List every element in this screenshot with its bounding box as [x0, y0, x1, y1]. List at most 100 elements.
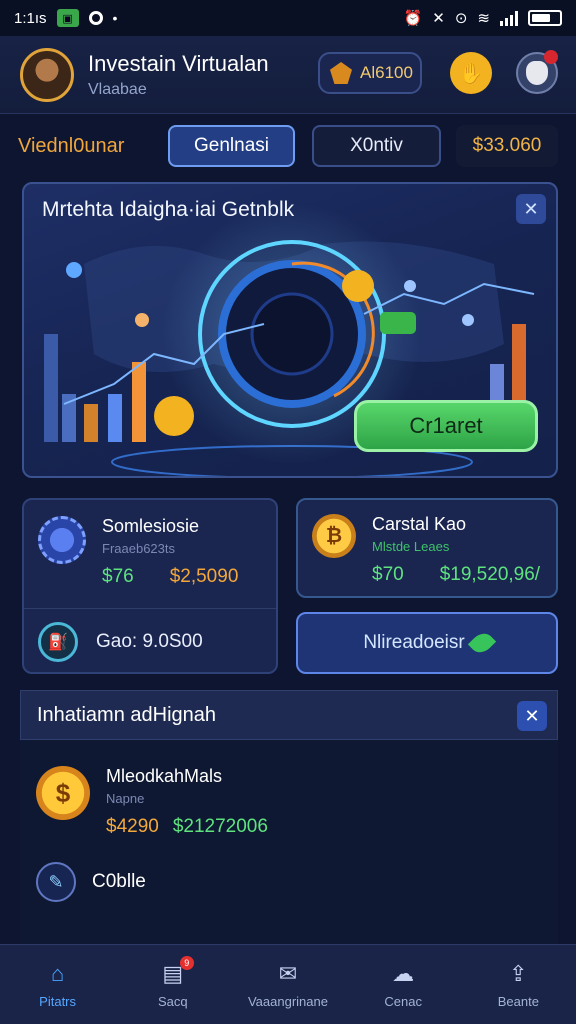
share-icon: ⇪ — [509, 961, 528, 986]
action-button[interactable]: Nlireadoeisr — [296, 612, 558, 674]
tab-primary[interactable]: Genlnasi — [168, 125, 295, 167]
avatar[interactable] — [20, 47, 74, 102]
map-pin-2 — [135, 313, 149, 327]
app-notification-icon: ▣ — [56, 9, 79, 27]
battery-level — [532, 14, 551, 22]
envelope-icon: ✉ — [278, 961, 298, 986]
profile-button[interactable] — [516, 50, 558, 94]
list-item-text: MleodkahMals Napne $4290 $21272006 — [106, 766, 268, 838]
stats-card-subtitle: Fraaeb623ts — [102, 541, 175, 556]
stats-value-green: $76 — [102, 566, 134, 587]
stats-card-b-values: $70 $19,520,96/ — [372, 564, 540, 586]
gear-icon — [38, 516, 86, 564]
card-divider — [24, 608, 276, 609]
app-subtitle: Vlaabae — [88, 80, 147, 98]
wifi-icon: ≋ — [477, 10, 490, 27]
bar-4 — [108, 394, 122, 442]
hero-title: Mrtehta Idaigha·iai Getnblk — [42, 198, 295, 221]
nav-badge: 9 — [179, 956, 194, 970]
tab-secondary[interactable]: X0ntiv — [312, 125, 441, 167]
stats-card-b-subtitle: Mlstde Leaes — [372, 539, 450, 554]
vibrate-icon: ⊙ — [454, 10, 468, 27]
bottom-navigation: ⌂ Pitatrs ▤ 9 Sacq ✉ Vaaangrinane ☁ Cena… — [0, 944, 576, 1024]
map-pin-3 — [404, 280, 416, 292]
status-time: 1:1ıs — [14, 9, 47, 27]
list-item-values: $4290 $21272006 — [106, 816, 268, 838]
nav-item-cloud[interactable]: ☁ Cenac — [348, 960, 458, 1009]
hero-card: Mrtehta Idaigha·iai Getnblk ✕ Cr1aret — [22, 182, 558, 478]
panel-title: Inhatiamn adHignah — [37, 703, 217, 726]
mask-icon — [526, 61, 548, 85]
nav-item-messages[interactable]: ✉ Vaaangrinane — [233, 960, 343, 1009]
gas-value: Gao: 9.0S00 — [96, 631, 203, 652]
nav-label-messages: Vaaangrinane — [247, 994, 328, 1009]
stats-card-values: $76 $2,5090 — [102, 566, 238, 588]
app-header: Investain Virtualan Vlaabae Al6100 ✋ — [0, 36, 576, 114]
status-dot-icon: • — [112, 10, 118, 26]
bar-1 — [44, 334, 58, 442]
dollar-coin-icon: $ — [36, 766, 90, 820]
action-button-label: Nlireadoeisr — [363, 632, 465, 653]
coin-float-1 — [342, 270, 374, 302]
cash-float — [380, 312, 416, 334]
coin-balance: Al6100 — [360, 63, 413, 82]
nav-label-home: Pitatrs — [39, 994, 77, 1009]
stats-card-row: Somlesiosie Fraaeb623ts $76 $2,5090 — [24, 516, 276, 588]
stats-card-text: Somlesiosie Fraaeb623ts $76 $2,5090 — [102, 516, 238, 588]
tab-bar-label: Viednl0unar — [18, 134, 125, 157]
list-item[interactable]: ✎ C0blle — [36, 862, 146, 902]
create-button[interactable]: Cr1aret — [354, 400, 538, 452]
stats-card-b-row: ₿ Carstal Kao Mlstde Leaes $70 $19,520,9… — [298, 514, 556, 586]
bar-5 — [132, 362, 146, 442]
tab-bar: Viednl0unar Genlnasi X0ntiv $33.060 — [0, 114, 576, 178]
nav-label-wallet: Sacq — [157, 994, 188, 1009]
app-title: Investain Virtualan — [88, 50, 269, 76]
nav-item-share[interactable]: ⇪ Beante — [463, 960, 573, 1009]
nav-label-cloud: Cenac — [384, 994, 422, 1009]
balance-display: $33.060 — [456, 125, 558, 167]
coin-icon: ₿ — [312, 514, 356, 558]
notification-badge — [544, 50, 558, 64]
gas-row: ⛽ Gao: 9.0S00 — [24, 622, 276, 662]
list-item-title: C0blle — [92, 871, 146, 892]
alarm-icon: ⏰ — [403, 10, 423, 27]
list-item-value-orange: $4290 — [106, 816, 159, 837]
coin-float-2 — [154, 396, 194, 436]
stats-b-value-left: $70 — [372, 564, 404, 585]
cloud-icon: ☁ — [392, 961, 415, 986]
hand-icon: ✋ — [458, 62, 484, 85]
signal-icon — [500, 10, 518, 26]
stats-card-b-title: Carstal Kao — [372, 514, 467, 534]
stats-card-title: Somlesiosie — [102, 516, 200, 536]
stats-b-value-right: $19,520,96/ — [439, 564, 541, 585]
nav-item-home[interactable]: ⌂ Pitatrs — [3, 960, 113, 1009]
rewards-button[interactable]: ✋ — [450, 52, 492, 94]
home-icon: ⌂ — [50, 961, 65, 986]
list-item-subtitle: Napne — [106, 791, 145, 806]
status-bar: 1:1ıs ▣ • ⏰ ✕ ⊙ ≋ — [0, 0, 576, 36]
status-left: 1:1ıs ▣ • — [14, 9, 117, 27]
coin-icon — [330, 62, 352, 84]
panel-header: Inhatiamn adHignah ✕ — [20, 690, 558, 740]
nav-label-share: Beante — [497, 994, 539, 1009]
status-right: ⏰ ✕ ⊙ ≋ — [404, 9, 562, 27]
list-item-title: MleodkahMals — [106, 766, 223, 786]
list-item[interactable]: $ MleodkahMals Napne $4290 $21272006 — [36, 766, 268, 838]
map-pin-4 — [462, 314, 474, 326]
stats-card-b-text: Carstal Kao Mlstde Leaes $70 $19,520,96/ — [372, 514, 540, 586]
fuel-icon: ⛽ — [38, 622, 78, 662]
stats-card-secondary[interactable]: ₿ Carstal Kao Mlstde Leaes $70 $19,520,9… — [296, 498, 558, 598]
leaf-icon — [467, 628, 496, 658]
stats-value-orange: $2,5090 — [169, 566, 239, 587]
info-panel: Inhatiamn adHignah ✕ $ MleodkahMals Napn… — [20, 690, 558, 946]
bar-3 — [84, 404, 98, 442]
stats-card-primary[interactable]: Somlesiosie Fraaeb623ts $76 $2,5090 ⛽ Ga… — [22, 498, 278, 674]
close-icon[interactable]: ✕ — [517, 701, 547, 731]
list-item-value-green: $21272006 — [172, 816, 268, 837]
map-pin-1 — [66, 262, 82, 278]
header-text: Investain Virtualan Vlaabae — [88, 51, 269, 99]
coin-balance-pill[interactable]: Al6100 — [318, 52, 422, 94]
status-circle-icon — [88, 11, 103, 25]
nav-item-wallet[interactable]: ▤ 9 Sacq — [118, 956, 228, 1009]
close-icon[interactable]: ✕ — [516, 194, 546, 224]
